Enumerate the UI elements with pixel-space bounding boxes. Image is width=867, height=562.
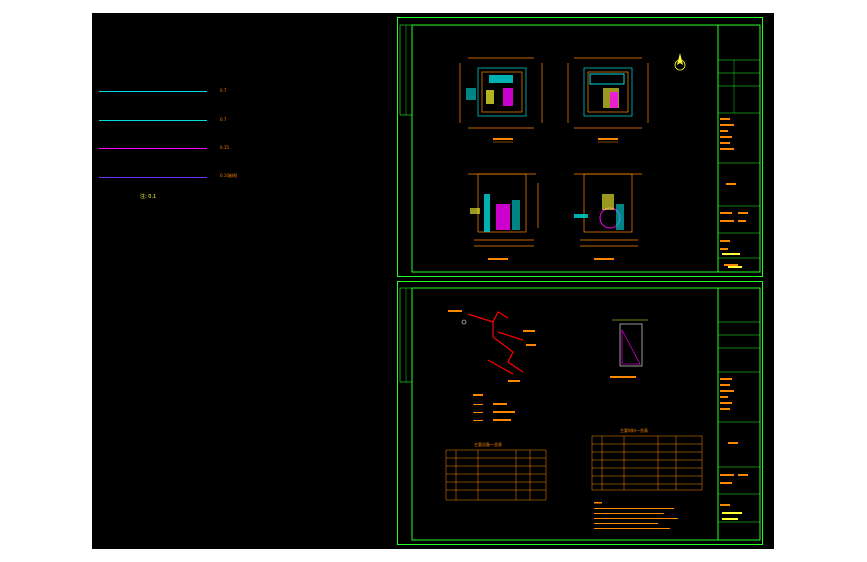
legend-label-4: 0.1(暗线) — [220, 173, 238, 178]
legend-note: 注: 0.1 — [140, 194, 157, 200]
svg-text:主要设备一览表: 主要设备一览表 — [474, 441, 502, 447]
legend-line-2 — [99, 120, 207, 121]
legend-line-4 — [99, 177, 207, 178]
legend-line-1 — [99, 91, 207, 92]
svg-text:主要材料一览表: 主要材料一览表 — [620, 427, 648, 433]
legend-label-3: 0.15 — [220, 145, 229, 150]
sheet-2-drawing: 主要设备一览表 主要材料一览表 — [399, 287, 761, 541]
drawing-sheet-1[interactable] — [397, 17, 763, 277]
sheet-1-drawing — [399, 24, 761, 273]
legend-label-2: 0.7 — [220, 117, 227, 122]
legend-label-1: 0.7 — [220, 88, 227, 93]
drawing-sheet-2[interactable]: 主要设备一览表 主要材料一览表 — [397, 281, 763, 545]
legend-line-3 — [99, 148, 207, 149]
cad-drawing-canvas[interactable]: 0.7 0.7 0.15 0.1(暗线) 注: 0.1 主要设备一览表 主要材料… — [92, 13, 774, 549]
